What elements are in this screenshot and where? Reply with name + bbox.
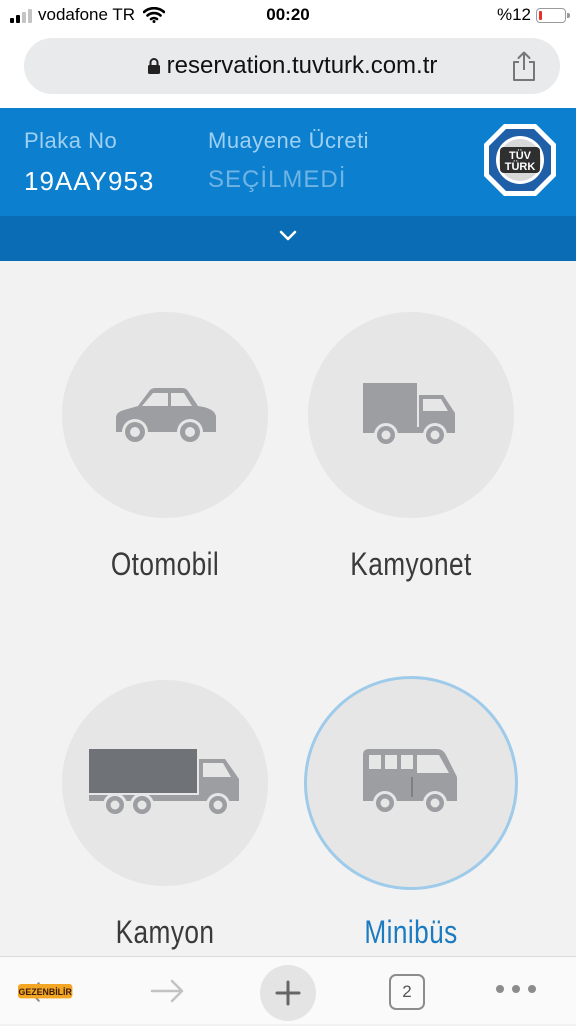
vehicle-circle-selected[interactable] (304, 676, 518, 890)
watermark-logo-text: GEZENBİLİR (19, 987, 73, 997)
wifi-icon (143, 7, 166, 23)
status-bar: vodafone TR 00:20 %12 (0, 0, 576, 32)
reservation-header: Plaka No 19AAY953 Muayene Ücreti SEÇİLME… (0, 108, 576, 216)
expand-details-bar[interactable] (0, 216, 576, 261)
fee-label: Muayene Ücreti (208, 128, 370, 153)
tuvturk-logo: TÜV TÜRK (484, 124, 556, 196)
vehicle-circle[interactable] (62, 312, 268, 518)
tab-switcher-button[interactable]: 2 (389, 974, 425, 1010)
vehicle-label: Otomobil (110, 546, 220, 582)
vehicle-circle[interactable] (62, 680, 268, 886)
plate-value: 19AAY953 (24, 166, 155, 196)
plate-label: Plaka No (24, 128, 118, 153)
browser-toolbar: GEZENBİLİR 2 (0, 956, 576, 1024)
address-bar[interactable]: reservation.tuvturk.com.tr (24, 38, 560, 94)
vehicle-label: Kamyon (115, 914, 215, 950)
back-arrow-icon[interactable]: GEZENBİLİR (18, 977, 74, 1007)
vehicle-label: Kamyonet (350, 546, 472, 582)
browser-address-area: reservation.tuvturk.com.tr (0, 32, 576, 108)
battery-level-fill (539, 10, 542, 20)
truck-icon (89, 749, 239, 817)
chevron-down-icon (279, 230, 297, 241)
battery-icon (536, 7, 570, 23)
forward-arrow-icon[interactable] (150, 977, 186, 1005)
fee-value: SEÇİLMEDİ (208, 166, 347, 193)
plus-icon (275, 980, 301, 1006)
vehicle-circle[interactable] (308, 312, 514, 518)
van-icon (363, 383, 455, 447)
carrier-name: vodafone TR (38, 5, 136, 24)
status-right: %12 (496, 5, 570, 25)
battery-percent: %12 (496, 5, 531, 24)
url-text: reservation.tuvturk.com.tr (166, 52, 438, 79)
vehicle-label-selected: Minibüs (364, 914, 458, 950)
car-icon (116, 388, 216, 445)
more-options-icon[interactable] (496, 985, 536, 997)
share-icon[interactable] (510, 50, 538, 82)
logo-text-bottom: TÜRK (505, 160, 536, 173)
lock-icon (147, 58, 160, 74)
new-tab-button[interactable] (260, 965, 316, 1021)
minibus-icon (363, 749, 457, 815)
url-display[interactable]: reservation.tuvturk.com.tr (24, 52, 560, 80)
cellular-signal-icon (10, 7, 32, 23)
status-left: vodafone TR (10, 5, 166, 25)
